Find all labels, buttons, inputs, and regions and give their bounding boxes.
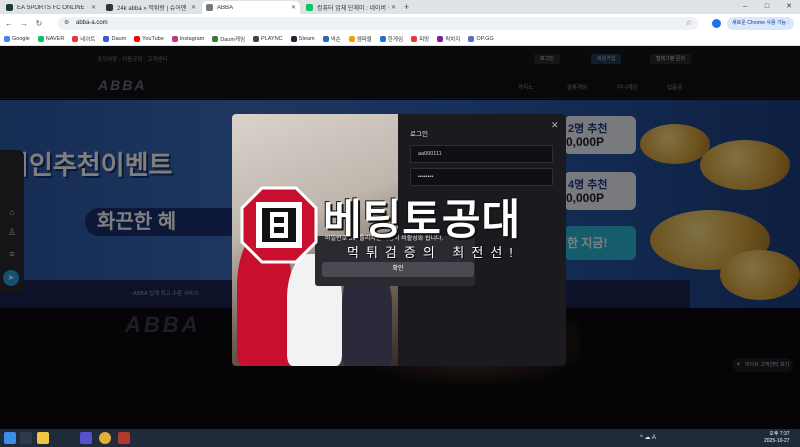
bookmark-item[interactable]: Google: [4, 36, 30, 42]
bookmark-favicon-icon: [411, 36, 418, 42]
tab-strip: EA SPORTS FC ONLINE ✕ 24k abba » 먹튀랑 | 슈…: [0, 0, 800, 14]
modal-title: 로그인: [410, 131, 428, 138]
browser-tab[interactable]: 24k abba » 먹튀랑 | 슈어맨 ✕: [102, 1, 200, 14]
clock-time: 오후 7:37: [769, 431, 790, 437]
file-explorer-icon[interactable]: [37, 432, 49, 444]
watermark-subtitle: 먹튀검증의 최전선!: [347, 245, 520, 260]
bookmark-label: Daum게임: [220, 37, 246, 43]
bookmark-favicon-icon: [72, 36, 79, 42]
browser-tab-active[interactable]: ABBA ✕: [202, 1, 300, 14]
clock-date: 2025-10-27: [764, 438, 790, 444]
watermark-emblem-icon: [240, 186, 318, 264]
bookmark-label: 엠파블: [356, 37, 372, 43]
bookmark-favicon-icon: [103, 36, 110, 42]
password-field[interactable]: ••••••••: [410, 168, 553, 186]
app-icon[interactable]: [118, 432, 130, 444]
browser-tab[interactable]: 컴퓨터 업체 단체미 : 네이버 검 ✕: [302, 1, 400, 14]
bookmark-label: 네이트: [80, 37, 96, 43]
bookmark-item[interactable]: 피망: [411, 35, 429, 43]
url-text: abba-a.com: [76, 20, 108, 26]
confirm-button[interactable]: 확인: [322, 262, 474, 277]
bookmark-favicon-icon: [348, 36, 355, 42]
bookmark-favicon-icon: [37, 36, 44, 42]
bookmark-favicon-icon: [437, 36, 444, 42]
bookmark-item[interactable]: 엠파블: [348, 35, 372, 43]
profile-avatar[interactable]: [712, 19, 721, 28]
bookmark-star-icon[interactable]: ☆: [686, 17, 692, 30]
bookmark-item[interactable]: NAVER: [37, 36, 65, 42]
bookmark-label: Daum: [111, 36, 127, 42]
bookmark-label: 넥슨: [330, 37, 341, 43]
address-bar-row: ← → ↻ ⚙ abba-a.com ☆ 새로운 Chrome 사용 가능 :: [0, 14, 800, 33]
window-controls: – □ ✕: [734, 0, 800, 14]
bookmark-item[interactable]: PLAYNC: [253, 36, 283, 42]
tab-title: 24k abba » 먹튀랑 | 슈어맨: [117, 6, 187, 12]
bookmark-item[interactable]: OP.GG: [468, 36, 494, 42]
bookmark-item[interactable]: 락차지: [437, 35, 460, 43]
start-icon[interactable]: [4, 432, 16, 444]
browser-tab[interactable]: EA SPORTS FC ONLINE ✕: [2, 1, 100, 14]
tab-favicon-icon: [206, 4, 213, 11]
forward-icon[interactable]: →: [18, 19, 30, 28]
tab-close-icon[interactable]: ✕: [291, 4, 296, 11]
bookmark-label: Google: [12, 36, 30, 42]
app-icon[interactable]: [80, 432, 92, 444]
tab-title: 컴퓨터 업체 단체미 : 네이버 검: [317, 6, 389, 12]
watermark-title: 베팅토공대: [323, 196, 522, 243]
bookmark-label: 한게임: [387, 37, 404, 43]
chrome-update-button[interactable]: 새로운 Chrome 사용 가능 :: [727, 17, 794, 30]
url-input[interactable]: ⚙ abba-a.com ☆: [58, 17, 698, 30]
bookmark-label: Steam: [298, 36, 315, 42]
windows-taskbar: ^ ☁ A 오후 7:37 2025-10-27: [0, 429, 800, 447]
bookmark-label: PLAYNC: [261, 36, 283, 42]
bookmark-favicon-icon: [134, 36, 141, 42]
bookmark-label: NAVER: [45, 36, 65, 42]
system-tray[interactable]: ^ ☁ A: [640, 434, 656, 441]
tab-close-icon[interactable]: ✕: [391, 4, 396, 11]
search-icon[interactable]: [20, 432, 32, 444]
bookmark-favicon-icon: [290, 36, 297, 42]
bookmark-favicon-icon: [212, 36, 219, 42]
bookmark-item[interactable]: Steam: [290, 36, 315, 42]
username-field[interactable]: aa000111: [410, 145, 553, 163]
bookmark-item[interactable]: 넥슨: [322, 35, 341, 43]
bookmark-label: 락차지: [445, 37, 461, 43]
bookmarks-bar: Google NAVER 네이트 Daum YouTube Instagram Daum게임…: [0, 33, 800, 46]
tab-favicon-icon: [6, 4, 13, 11]
close-icon[interactable]: ✕: [551, 120, 559, 131]
bookmark-label: YouTube: [142, 36, 164, 42]
maximize-button[interactable]: □: [756, 0, 778, 14]
bookmark-favicon-icon: [468, 36, 475, 42]
tab-favicon-icon: [306, 4, 313, 11]
reload-icon[interactable]: ↻: [33, 19, 45, 28]
bookmark-label: 피망: [419, 37, 430, 43]
bookmark-item[interactable]: Daum게임: [212, 35, 245, 43]
bookmark-favicon-icon: [171, 36, 178, 42]
clock[interactable]: 오후 7:37 2025-10-27: [764, 431, 790, 445]
bookmark-item[interactable]: 한게임: [379, 35, 404, 43]
tab-favicon-icon: [106, 4, 113, 11]
minimize-button[interactable]: –: [734, 0, 756, 14]
bookmark-item[interactable]: 네이트: [72, 35, 95, 43]
bookmark-label: Instagram: [179, 36, 205, 42]
bookmark-item[interactable]: YouTube: [134, 36, 164, 42]
bookmark-label: OP.GG: [476, 36, 494, 42]
back-icon[interactable]: ←: [3, 19, 15, 28]
tab-close-icon[interactable]: ✕: [191, 4, 196, 11]
tab-title: ABBA: [217, 4, 234, 11]
close-window-button[interactable]: ✕: [778, 0, 800, 14]
bookmark-item[interactable]: Instagram: [171, 36, 205, 42]
bookmark-favicon-icon: [4, 36, 10, 42]
site-info-icon[interactable]: ⚙: [64, 17, 69, 30]
tab-title: EA SPORTS FC ONLINE: [17, 4, 85, 11]
chrome-icon[interactable]: [99, 432, 111, 444]
new-tab-button[interactable]: +: [404, 1, 409, 14]
bookmark-favicon-icon: [253, 36, 260, 42]
bookmark-favicon-icon: [322, 36, 329, 42]
screen: { "browser": { "tabs": [ {"title": "EA S…: [0, 0, 800, 447]
tab-close-icon[interactable]: ✕: [91, 4, 96, 11]
bookmark-item[interactable]: Daum: [103, 36, 126, 42]
bookmark-favicon-icon: [379, 36, 386, 42]
